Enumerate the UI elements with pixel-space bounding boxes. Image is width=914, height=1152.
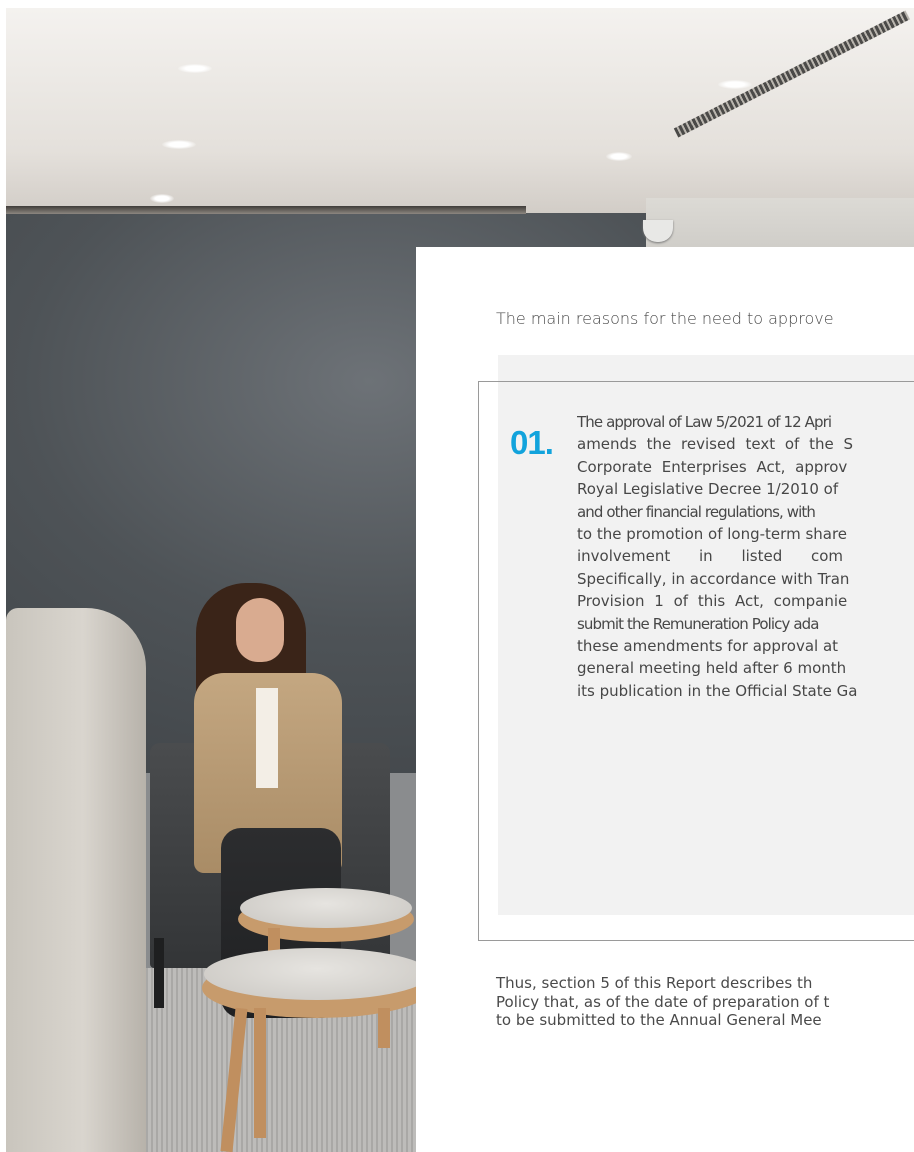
item-text-line: involvement in listed com — [577, 547, 844, 566]
ceiling — [6, 8, 914, 213]
item-text-line: these amendments for approval at — [577, 636, 839, 655]
ceiling-edge — [6, 206, 526, 214]
item-text-line: The approval of Law 5/2021 of 12 Apri — [577, 413, 832, 431]
item-text-line: general meeting held after 6 month — [577, 659, 847, 678]
content-panel: The main reasons for the need to approve… — [416, 247, 914, 1152]
item-number: 01. — [510, 424, 554, 461]
side-table-top — [240, 888, 412, 928]
ceiling-light — [718, 80, 752, 89]
closing-text-line: Thus, section 5 of this Report describes… — [496, 974, 813, 992]
closing-text: Thus, section 5 of this Report describes… — [496, 974, 914, 1030]
item-text-line: Corporate Enterprises Act, approv — [577, 457, 848, 476]
item-text-line: Royal Legislative Decree 1/2010 of — [577, 480, 839, 499]
item-text-line: Provision 1 of this Act, companie — [577, 592, 848, 611]
person-shirt — [256, 688, 278, 788]
coffee-table-leg — [378, 1008, 390, 1048]
person-face — [236, 598, 284, 662]
ceiling-light — [150, 194, 174, 203]
item-text-line: amends the revised text of the S — [577, 435, 853, 454]
item-text-line: and other financial regulations, with — [577, 502, 816, 521]
item-text-line: Specifically, in accordance with Tran — [577, 569, 850, 588]
item-text-line: to the promotion of long-term share — [577, 524, 848, 543]
item-text-line: its publication in the Official State Ga — [577, 681, 858, 700]
foreground-pillar — [6, 608, 146, 1152]
ceiling-light — [178, 64, 212, 73]
armchair-leg — [154, 938, 164, 1008]
ceiling-light — [606, 152, 632, 161]
item-text: The approval of Law 5/2021 of 12 Apri am… — [577, 411, 914, 702]
coffee-table-leg — [254, 1008, 266, 1138]
item-text-line: submit the Remuneration Policy ada — [577, 614, 819, 633]
ceiling-light — [162, 140, 196, 149]
intro-text: The main reasons for the need to approve — [496, 309, 834, 328]
closing-text-line: Policy that, as of the date of preparati… — [496, 992, 830, 1011]
closing-text-line: to be submitted to the Annual General Me… — [496, 1011, 822, 1029]
coffee-table-top — [204, 948, 430, 1000]
